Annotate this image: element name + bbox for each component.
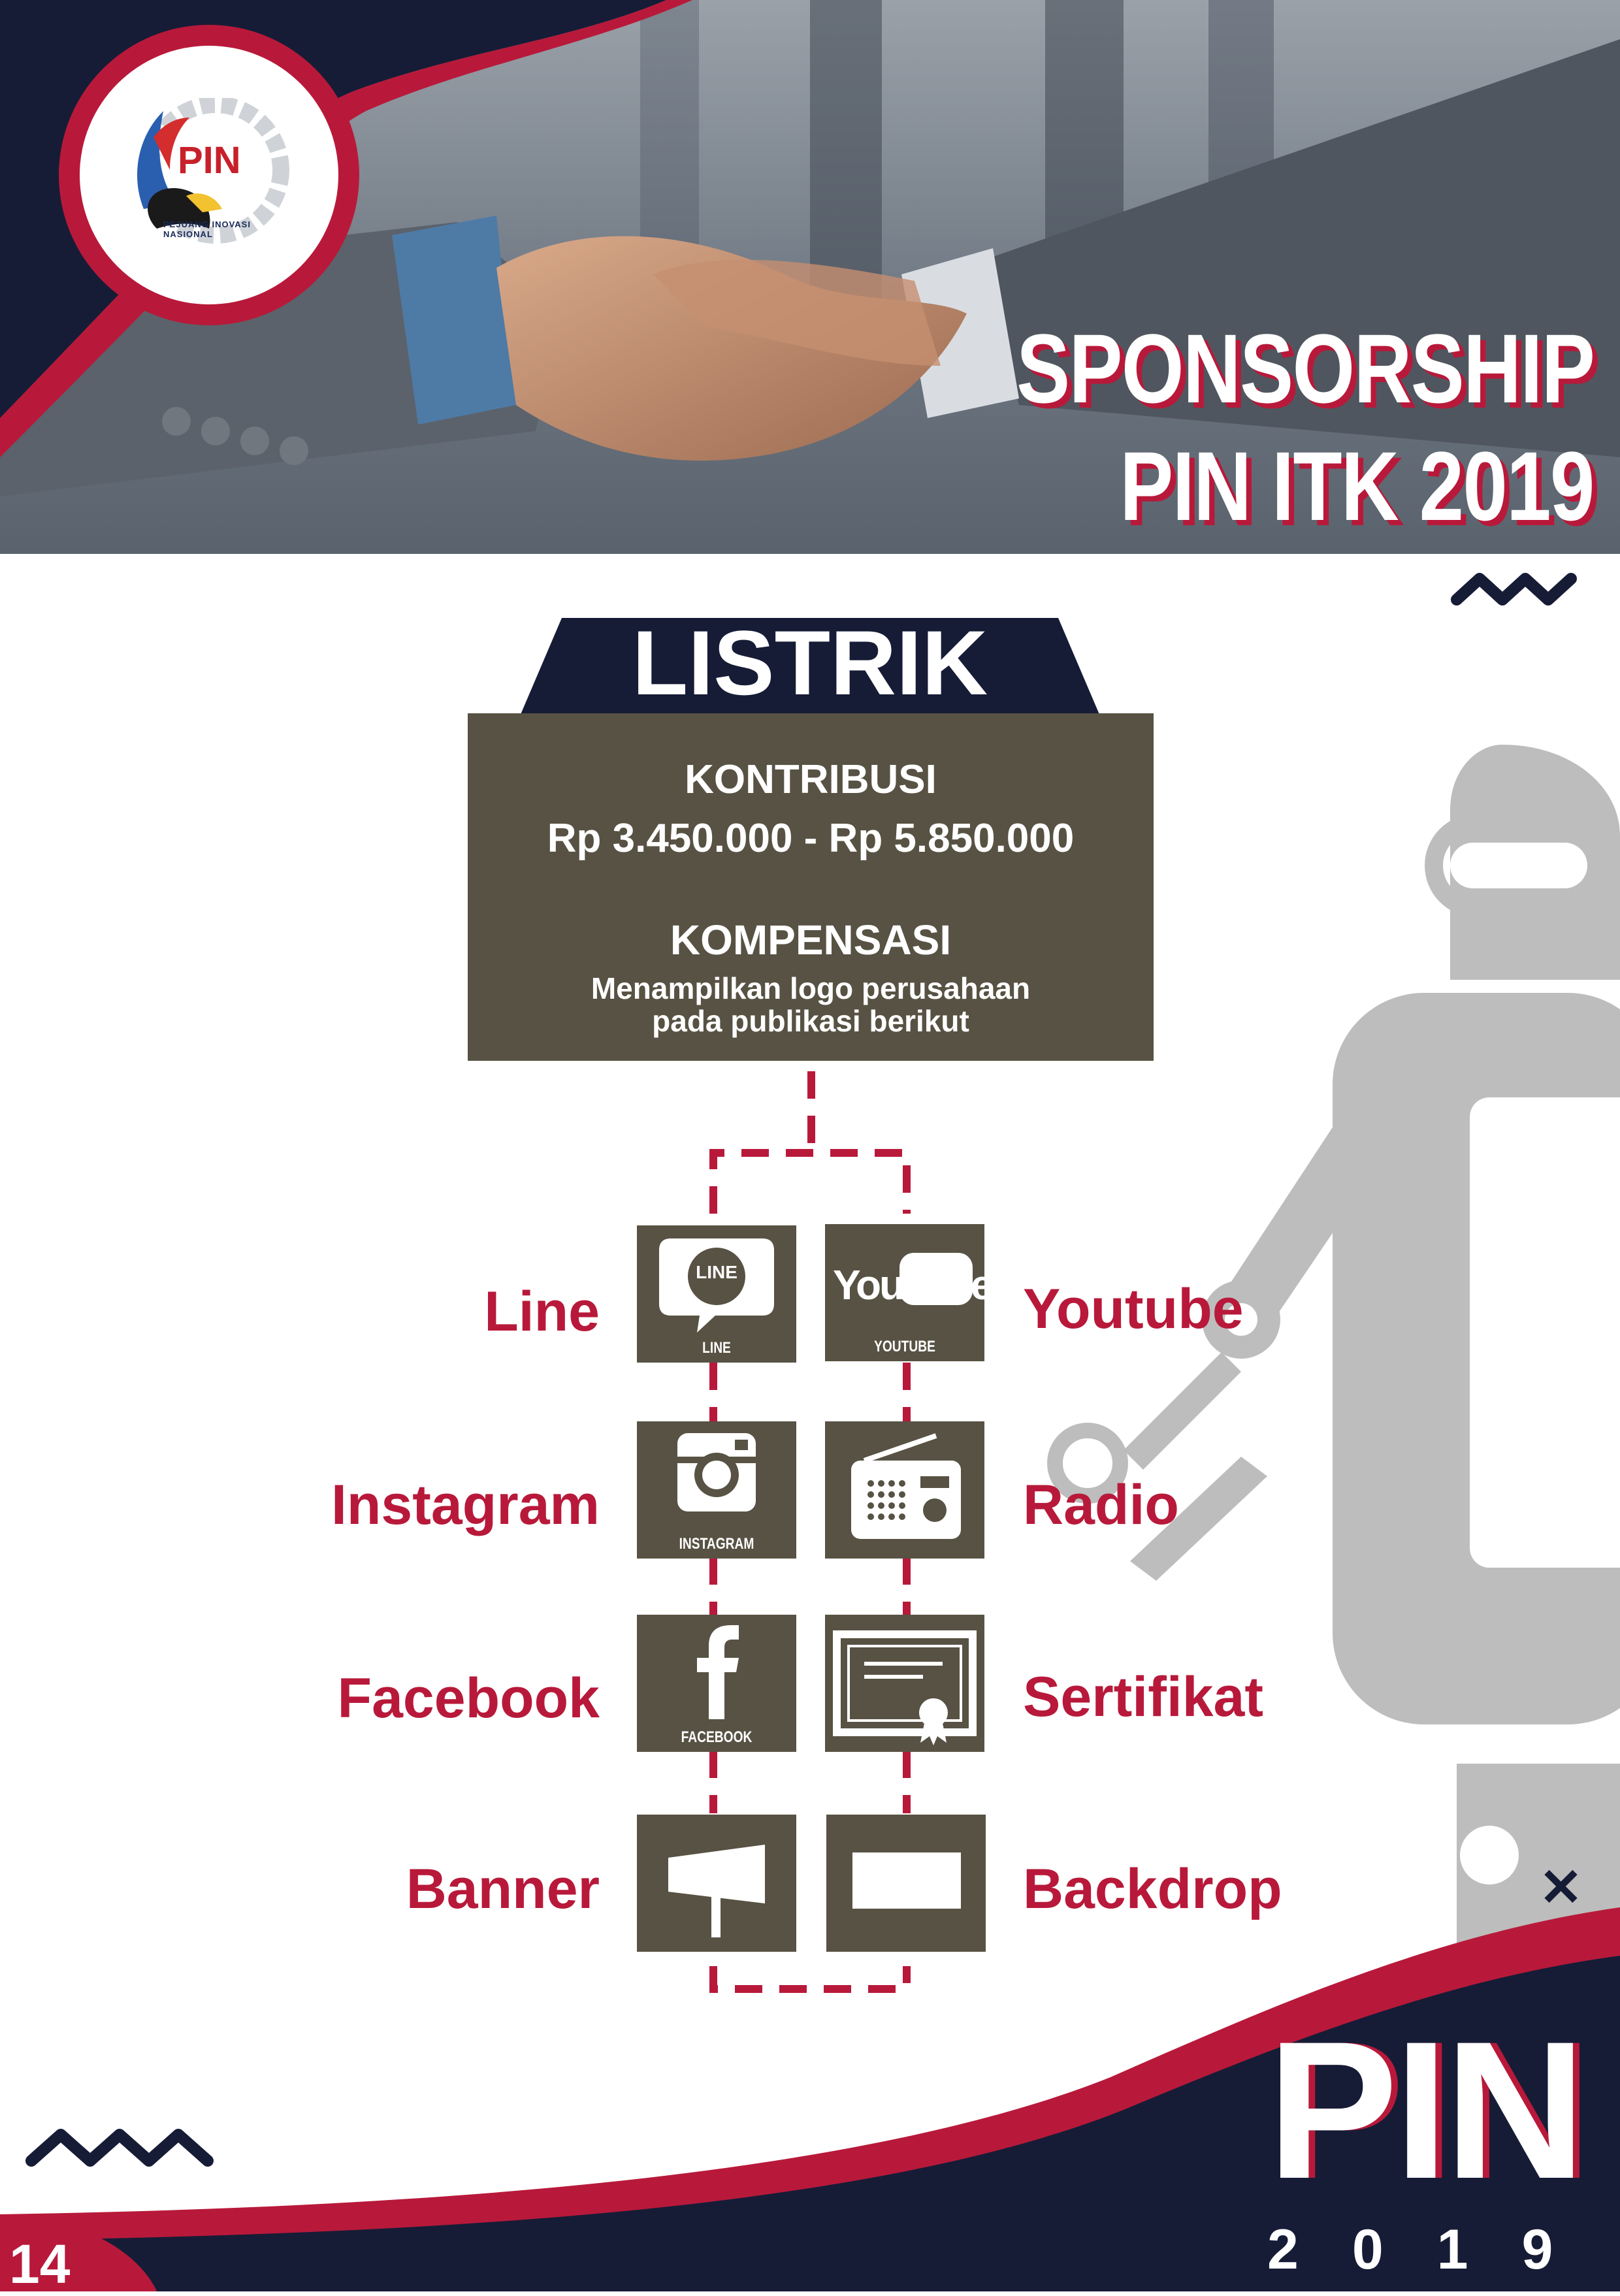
line-icon-text: LINE (696, 1262, 737, 1282)
radio-icon (851, 1433, 961, 1539)
instagram-tile: INSTAGRAM (637, 1421, 796, 1559)
line-tile-label: LINE (702, 1339, 731, 1357)
certificate-tile (825, 1615, 984, 1752)
compensation-line1: Menampilkan logo perusahaan (591, 971, 1031, 1005)
youtube-tile: YouTube YOUTUBE (825, 1224, 994, 1361)
media-label-radio: Radio (1023, 1474, 1179, 1536)
wave-ornament-top (1451, 573, 1577, 606)
tier-name: LISTRIK (632, 611, 988, 714)
media-label-facebook: Facebook (337, 1667, 600, 1730)
line-tile: LINE LINE (637, 1225, 796, 1363)
close-mark-ornament: ✕ (1539, 1858, 1583, 1916)
logo-ring-text: PEJUANG INOVASI NASIONAL (163, 219, 251, 239)
contribution-range: Rp 3.450.000 - Rp 5.850.000 (547, 816, 1075, 861)
wave-ornament-bottom (25, 2129, 214, 2167)
youtube-tile-label: YOUTUBE (874, 1338, 935, 1355)
radio-tile (825, 1421, 984, 1559)
header-photo: PIN PEJUANG INOVASI NASIONAL SPONSORSHIP… (0, 0, 1620, 554)
instagram-tile-label: INSTAGRAM (679, 1535, 754, 1553)
media-label-youtube: Youtube (1023, 1278, 1244, 1340)
footer-pin-logo: PIN (1267, 2000, 1586, 2220)
media-label-sertifikat: Sertifikat (1023, 1666, 1264, 1728)
facebook-tile-label: FACEBOOK (681, 1728, 753, 1746)
page-title-line2: PIN ITK 2019 (1120, 431, 1595, 541)
logo-text: PIN (178, 139, 241, 182)
page-number: 14 (9, 2233, 71, 2295)
youtube-icon-text: YouTube (833, 1261, 994, 1308)
facebook-tile: FACEBOOK (637, 1615, 796, 1752)
media-label-line: Line (484, 1280, 600, 1343)
compensation-heading: KOMPENSASI (670, 916, 952, 963)
contribution-heading: KONTRIBUSI (685, 757, 937, 802)
media-label-instagram: Instagram (331, 1474, 600, 1536)
compensation-line2: pada publikasi berikut (652, 1004, 969, 1038)
page-title-line1: SPONSORSHIP (1016, 314, 1595, 423)
certificate-icon (833, 1630, 977, 1745)
footer-year: 2019 (1267, 2218, 1607, 2281)
pin-logo: PIN PEJUANG INOVASI NASIONAL (118, 96, 300, 255)
